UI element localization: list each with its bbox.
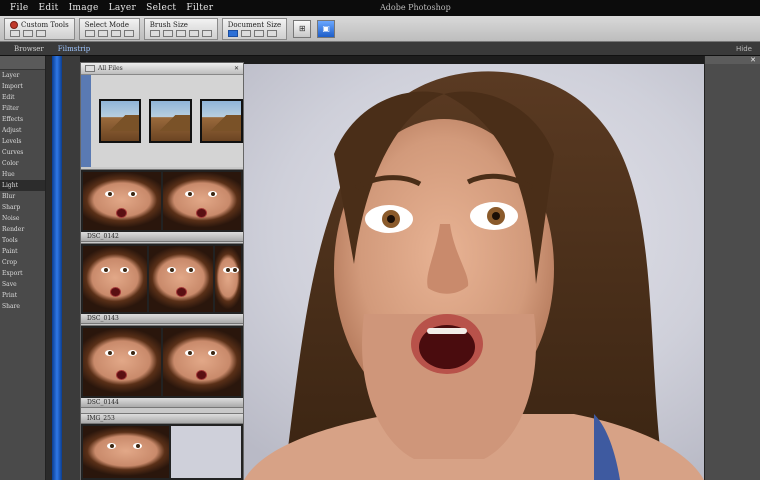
left-panel-item[interactable]: Hue — [0, 169, 45, 180]
frame-caption: DSC_0143 — [81, 314, 243, 324]
selection-strip — [52, 56, 62, 480]
left-panel-item[interactable]: Sharp — [0, 202, 45, 213]
left-tools-panel: Layer Import Edit Filter Effects Adjust Levels… — [0, 56, 46, 480]
menu-bar: File Edit Image Layer Select Filter Adob… — [0, 0, 760, 16]
options-toolbar: Custom Tools Select Mode Brush Size Docu… — [0, 16, 760, 42]
film-frame[interactable]: DSC_0142 — [81, 169, 243, 242]
landscape-thumbnail[interactable] — [200, 99, 243, 143]
menu-file[interactable]: File — [10, 3, 29, 13]
portrait-photo — [244, 71, 704, 480]
film-frame[interactable]: DSC_0144 — [81, 325, 243, 408]
face-thumbnail[interactable] — [83, 426, 169, 478]
toolbar-group-document-size[interactable]: Document Size — [221, 17, 288, 40]
left-panel-item[interactable]: Blur — [0, 191, 45, 202]
grid-button[interactable]: ⊞ — [293, 19, 312, 38]
menu-layer[interactable]: Layer — [109, 3, 137, 13]
right-panel: ✕ — [704, 56, 760, 480]
tab-browser[interactable]: Browser — [14, 45, 44, 53]
close-icon[interactable]: ✕ — [750, 56, 756, 64]
left-panel-item[interactable]: Light — [0, 180, 45, 191]
left-panel-item[interactable]: Levels — [0, 136, 45, 147]
left-panel-item[interactable]: Tools — [0, 235, 45, 246]
face-thumbnail[interactable] — [163, 328, 241, 396]
landscape-thumbnails — [81, 75, 243, 167]
face-thumbnail[interactable] — [163, 172, 241, 230]
face-thumbnail[interactable] — [83, 328, 161, 396]
record-icon — [10, 21, 18, 29]
left-panel-item[interactable]: Noise — [0, 213, 45, 224]
scrollbar[interactable] — [62, 56, 80, 480]
menu-filter[interactable]: Filter — [186, 3, 213, 13]
frame-caption: IMG_253 — [81, 414, 243, 424]
film-frame[interactable]: DSC_0143 — [81, 243, 243, 324]
menu-select[interactable]: Select — [146, 3, 176, 13]
left-panel-item[interactable]: Share — [0, 301, 45, 312]
left-panel-item[interactable]: Filter — [0, 103, 45, 114]
tab-filmstrip[interactable]: Filmstrip — [58, 45, 90, 53]
face-thumbnail[interactable] — [83, 172, 161, 230]
toolbar-group-select-mode[interactable]: Select Mode — [78, 17, 140, 40]
frame-caption: DSC_0144 — [81, 398, 243, 408]
filmstrip-header: All Files ✕ — [81, 63, 243, 75]
left-panel-item[interactable]: Print — [0, 290, 45, 301]
folder-icon — [85, 65, 95, 72]
main-canvas-photo[interactable] — [244, 64, 704, 480]
landscape-thumbnail[interactable] — [98, 99, 142, 143]
left-panel-item[interactable]: Crop — [0, 257, 45, 268]
left-panel-item[interactable]: Effects — [0, 114, 45, 125]
left-panel-item[interactable]: Color — [0, 158, 45, 169]
face-thumbnail[interactable] — [83, 246, 148, 312]
left-panel-header — [0, 56, 45, 70]
film-frame[interactable]: IMG_253 — [81, 413, 243, 480]
left-panel-item[interactable]: Curves — [0, 147, 45, 158]
filmstrip-panel: All Files ✕ DSC_0142 DSC_0143 DSC_0144 I… — [80, 62, 244, 480]
app-title: Adobe Photoshop — [380, 3, 451, 12]
left-panel-item[interactable]: Paint — [0, 246, 45, 257]
thumb-scroll[interactable] — [81, 75, 91, 167]
landscape-thumbnail[interactable] — [149, 99, 193, 143]
folder-button[interactable]: ▣ — [317, 19, 336, 38]
left-panel-item[interactable]: Layer — [0, 70, 45, 81]
frame-caption: DSC_0142 — [81, 232, 243, 242]
face-thumbnail[interactable] — [149, 246, 214, 312]
left-panel-item[interactable]: Adjust — [0, 125, 45, 136]
left-panel-item[interactable]: Edit — [0, 92, 45, 103]
close-icon[interactable]: ✕ — [234, 65, 239, 72]
left-panel-item[interactable]: Save — [0, 279, 45, 290]
face-thumbnail[interactable] — [215, 246, 242, 312]
left-panel-item[interactable]: Import — [0, 81, 45, 92]
folder-icon: ▣ — [322, 24, 330, 33]
left-panel-list: Layer Import Edit Filter Effects Adjust Levels… — [0, 70, 45, 312]
hide-panel-link[interactable]: Hide — [736, 45, 752, 53]
menu-edit[interactable]: Edit — [39, 3, 59, 13]
panel-tab-bar: Browser Filmstrip Hide — [0, 42, 760, 56]
left-panel-item[interactable]: Export — [0, 268, 45, 279]
grid-icon: ⊞ — [298, 24, 306, 33]
left-panel-item[interactable]: Render — [0, 224, 45, 235]
menu-image[interactable]: Image — [69, 3, 99, 13]
toolbar-group-brush-size[interactable]: Brush Size — [143, 17, 218, 40]
toolbar-group-custom-tools[interactable]: Custom Tools — [4, 17, 75, 40]
